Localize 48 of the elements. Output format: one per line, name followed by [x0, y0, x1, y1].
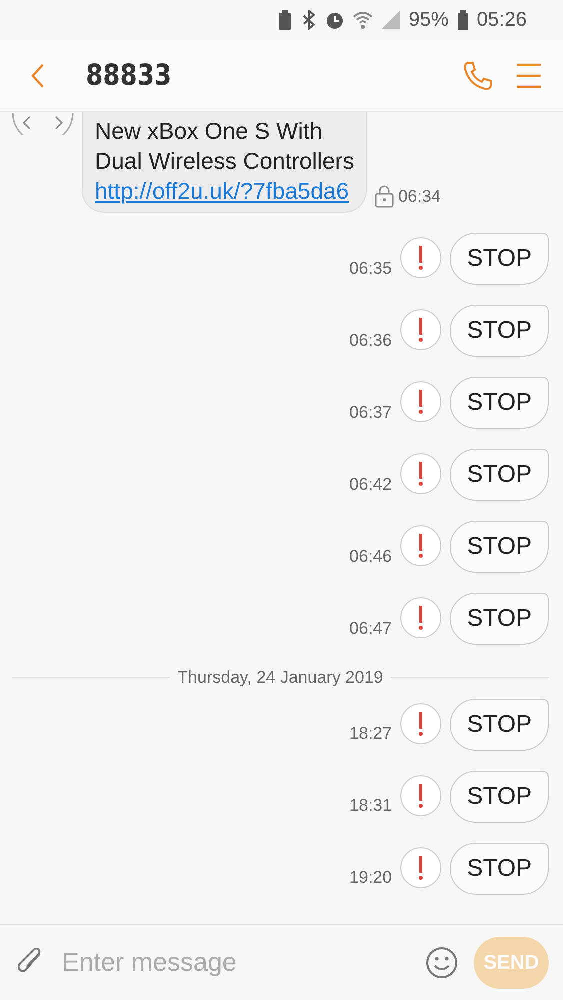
back-icon [30, 62, 46, 88]
message-bubble: STOP [450, 593, 549, 645]
message-bubble: STOP [450, 377, 549, 429]
signal-icon [380, 10, 401, 30]
message-bubble: STOP [450, 449, 549, 501]
message-input[interactable]: Enter message [60, 942, 410, 983]
error-icon[interactable] [400, 525, 442, 567]
emoji-icon[interactable] [426, 946, 458, 978]
back-button[interactable] [30, 62, 46, 88]
call-button[interactable] [463, 60, 493, 90]
wifi-icon [352, 10, 373, 30]
message-time: 18:31 [350, 795, 392, 817]
error-icon[interactable] [400, 309, 442, 351]
error-icon[interactable] [400, 702, 442, 744]
error-icon[interactable] [400, 774, 442, 816]
message-time: 06:42 [350, 474, 392, 496]
message-time: 06:35 [350, 258, 392, 280]
alarm-icon [324, 10, 345, 30]
message-time: 06:36 [350, 330, 392, 352]
message-bubble: STOP [450, 521, 549, 573]
battery-level: 95% [408, 8, 449, 33]
message-time: 06:47 [350, 618, 392, 640]
message-text: New xBox One S With [95, 117, 324, 146]
message-time: 06:34 [398, 186, 442, 208]
message-bubble: STOP [450, 305, 549, 357]
error-icon[interactable] [400, 846, 442, 888]
message-time: 06:37 [350, 402, 392, 424]
menu-button[interactable] [517, 62, 541, 88]
message-bubble: STOP [450, 698, 549, 750]
message-bubble: STOP [450, 770, 549, 822]
battery-icon [456, 10, 469, 30]
message-time: 06:46 [350, 546, 392, 568]
error-icon[interactable] [400, 381, 442, 423]
contact-title: 88833 [86, 56, 172, 94]
menu-icon [517, 62, 541, 88]
bluetooth-icon [300, 10, 317, 30]
message-bubble: STOP [450, 842, 549, 894]
error-icon[interactable] [400, 597, 442, 639]
message-time: 18:27 [350, 723, 392, 745]
clock: 05:26 [476, 8, 527, 33]
message-time: 19:20 [350, 867, 392, 889]
message-text: Dual Wireless Controllers [95, 147, 354, 176]
error-icon[interactable] [400, 237, 442, 279]
message-bubble: STOP [450, 233, 549, 285]
phone-icon [463, 60, 493, 90]
message-link[interactable]: http://off2u.uk/?7fba5da6 [95, 178, 350, 204]
date-divider: Thursday, 24 January 2019 [178, 667, 384, 689]
error-icon[interactable] [400, 453, 442, 495]
